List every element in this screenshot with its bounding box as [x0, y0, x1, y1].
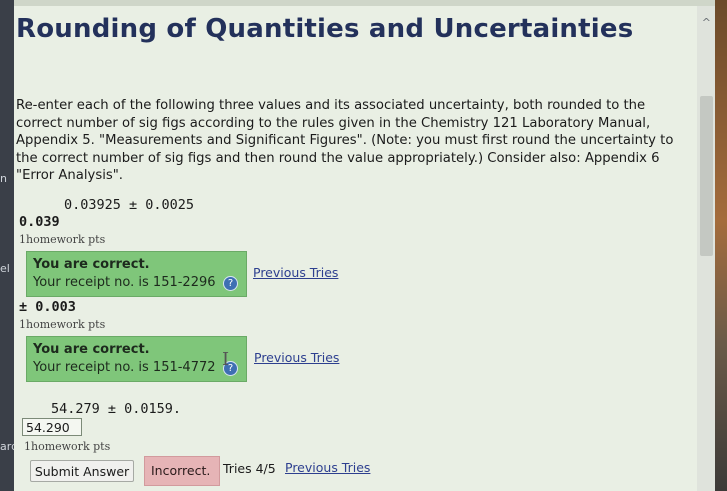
problem3-points: 1homework pts: [24, 440, 111, 453]
submit-answer-button[interactable]: Submit Answer: [30, 460, 134, 482]
problem2-correct-feedback: You are correct. Your receipt no. is 151…: [26, 336, 247, 382]
incorrect-status-badge: Incorrect.: [144, 456, 220, 486]
problem2-points: 1homework pts: [19, 318, 106, 331]
receipt-number: Your receipt no. is 151-2296: [33, 275, 216, 290]
problem2-previous-tries-link[interactable]: Previous Tries: [254, 350, 339, 365]
help-icon[interactable]: ?: [223, 276, 238, 291]
feedback-title: You are correct.: [33, 342, 150, 357]
instructions-text: Re-enter each of the following three val…: [16, 98, 674, 183]
problem-page: ^ Rounding of Quantities and Uncertainti…: [14, 0, 715, 491]
problem3-answer-input[interactable]: [22, 418, 82, 436]
problem1-previous-tries-link[interactable]: Previous Tries: [253, 265, 338, 280]
problem3-previous-tries-link[interactable]: Previous Tries: [285, 460, 370, 475]
background-right-edge: [715, 0, 727, 491]
page-title: Rounding of Quantities and Uncertainties: [16, 14, 634, 44]
problem1-correct-feedback: You are correct. Your receipt no. is 151…: [26, 251, 247, 297]
tries-count: Tries 4/5: [223, 461, 276, 476]
scroll-thumb[interactable]: [700, 96, 713, 256]
incorrect-status-text: Incorrect.: [151, 463, 211, 478]
receipt-number: Your receipt no. is 151-4772: [33, 360, 216, 375]
scroll-up-icon[interactable]: ^: [702, 16, 711, 29]
problem3-given-value: 54.279 ± 0.0159.: [51, 401, 182, 417]
problem1-points: 1homework pts: [19, 233, 106, 246]
problem1-answer: 0.039: [19, 214, 60, 230]
vertical-scrollbar[interactable]: ^: [697, 6, 715, 491]
feedback-title: You are correct.: [33, 257, 150, 272]
text-cursor-icon: I: [222, 349, 230, 370]
problem1-given-value: 0.03925 ± 0.0025: [64, 197, 195, 213]
top-bar: [14, 0, 715, 6]
edge-label: n: [0, 172, 7, 185]
background-left-edge: n el ard: [0, 0, 18, 491]
problem2-answer: ± 0.003: [19, 299, 76, 315]
edge-label: el: [0, 262, 10, 275]
